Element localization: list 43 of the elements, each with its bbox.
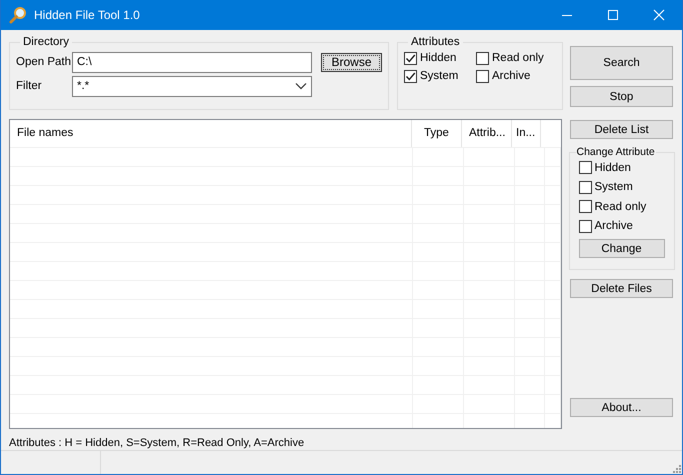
- checkbox-label: Hidden: [594, 162, 631, 174]
- close-icon: [653, 9, 665, 21]
- checkbox-label: Archive: [594, 220, 633, 232]
- checkbox[interactable]: [404, 52, 417, 64]
- checkbox[interactable]: [476, 52, 489, 64]
- stop-button[interactable]: Stop: [570, 86, 673, 107]
- magnifier-icon: [9, 6, 27, 24]
- search-button[interactable]: Search: [570, 46, 673, 80]
- path-field[interactable]: C:\: [72, 52, 312, 72]
- window-title: Hidden File Tool 1.0: [34, 8, 140, 22]
- checkbox[interactable]: [476, 70, 489, 82]
- change-button[interactable]: Change: [578, 239, 664, 258]
- group-title: Directory: [22, 36, 70, 48]
- column-header[interactable]: In...: [512, 120, 541, 147]
- resize-grip-icon[interactable]: [671, 463, 681, 473]
- checkbox[interactable]: [578, 161, 592, 174]
- field-label: Open Path: [16, 56, 72, 68]
- attributes-legend: Attributes : H = Hidden, S=System, R=Read Only, A=Archive: [9, 437, 562, 449]
- checkbox[interactable]: [404, 70, 417, 82]
- group-title: Change Attribute: [576, 146, 656, 158]
- checkbox-label: Hidden: [420, 52, 456, 64]
- column-header[interactable]: Attrib...: [462, 120, 512, 147]
- checkbox[interactable]: [578, 200, 592, 214]
- check-icon: [405, 52, 416, 64]
- browse-button[interactable]: Browse: [321, 52, 382, 72]
- chevron-down-icon[interactable]: [295, 82, 307, 90]
- filter-dropdown[interactable]: *.*: [72, 76, 312, 96]
- field-label: Filter: [16, 80, 43, 92]
- delete-list-button[interactable]: Delete List: [570, 120, 673, 139]
- check-icon: [405, 70, 416, 82]
- maximize-icon: [607, 9, 619, 21]
- group-title: Attributes: [410, 36, 461, 48]
- column-header[interactable]: File names: [10, 120, 412, 147]
- checkbox[interactable]: [578, 220, 592, 233]
- column-header[interactable]: Type: [412, 120, 462, 147]
- checkbox-label: Archive: [492, 70, 530, 82]
- checkbox[interactable]: [578, 180, 592, 194]
- delete-files-button[interactable]: Delete Files: [570, 279, 673, 298]
- checkbox-label: Read only: [492, 52, 544, 64]
- checkbox-label: Read only: [594, 200, 646, 213]
- about-button[interactable]: About...: [570, 398, 673, 417]
- checkbox-label: System: [594, 181, 633, 194]
- checkbox-label: System: [420, 70, 458, 82]
